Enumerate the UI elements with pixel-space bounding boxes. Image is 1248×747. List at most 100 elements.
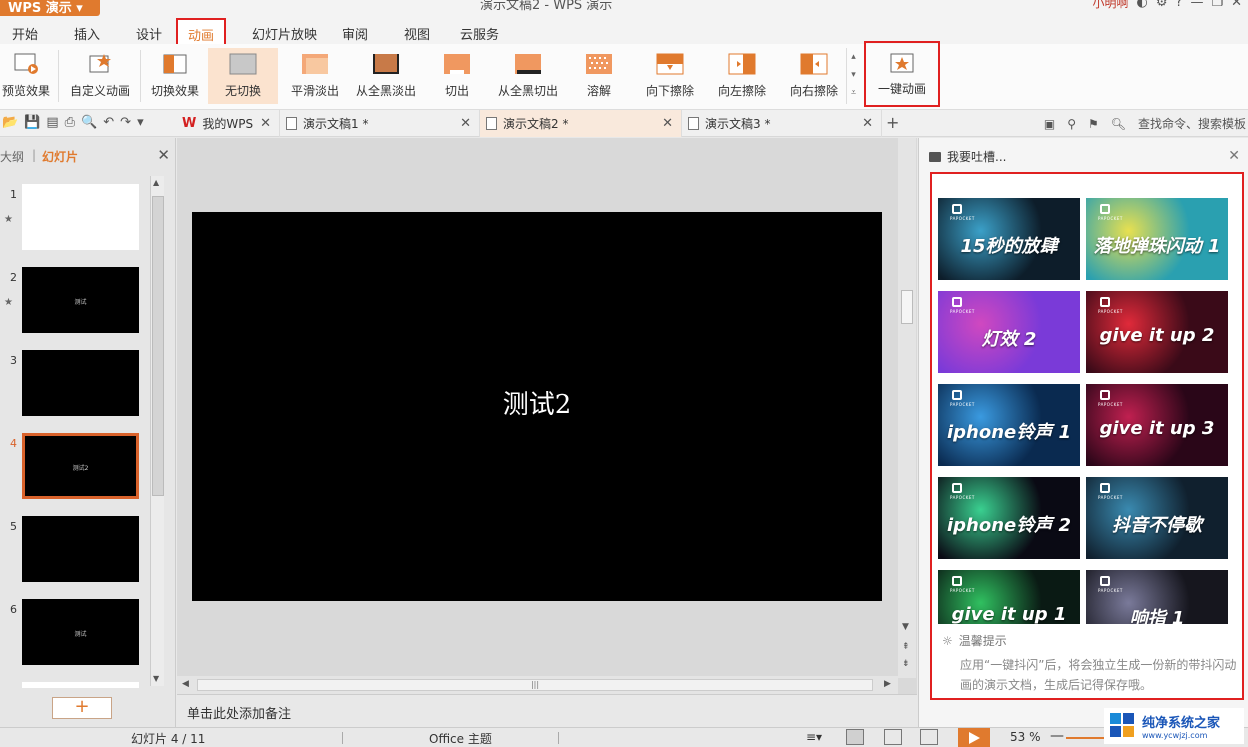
slide-thumbnail-5[interactable] [22, 516, 139, 582]
play-slideshow-button[interactable] [958, 728, 990, 747]
slide-thumbnail-6[interactable]: 测试 [22, 599, 139, 665]
flag-icon[interactable]: ⚑ [1088, 117, 1099, 131]
one-click-animation-button[interactable]: 一键动画 [864, 41, 940, 107]
template-tile[interactable]: PAPOCKET 抖音不停歇 [1086, 477, 1228, 559]
scroll-up-icon[interactable]: ▲ [153, 178, 159, 187]
command-search[interactable]: 查找命令、搜索模板 [1138, 115, 1246, 132]
save-icon[interactable]: 💾 [24, 115, 40, 130]
help-icon[interactable]: ? [1176, 0, 1183, 10]
slide-thumbnail-4[interactable]: 测试2 [22, 433, 139, 499]
template-tile[interactable]: PAPOCKET give it up 3 [1086, 384, 1228, 466]
slide-panel-scrollbar[interactable]: ▲ ▼ [150, 176, 164, 686]
zoom-level[interactable]: 53 % [1010, 730, 1041, 744]
tab-slideshow[interactable]: 幻灯片放映 [252, 24, 317, 43]
close-icon[interactable]: ✕ [1231, 0, 1242, 10]
new-icon[interactable]: ▤ [46, 115, 58, 130]
slide-thumbnail-2[interactable]: 测试 [22, 267, 139, 333]
slide-thumbnail-7[interactable] [22, 682, 139, 688]
template-tile[interactable]: PAPOCKET 落地弹珠闪动 1 [1086, 198, 1228, 280]
dropdown-icon[interactable]: ▾ [137, 115, 144, 130]
template-tile[interactable]: PAPOCKET 15秒的放肆 [938, 198, 1080, 280]
preview-button[interactable]: 预览效果 [0, 48, 52, 104]
transition-wipe-down[interactable]: 向下擦除 [640, 48, 700, 104]
prev-slide-icon[interactable]: ⇞ [902, 642, 910, 652]
template-tile[interactable]: PAPOCKET iphone铃声 1 [938, 384, 1080, 466]
tab-doc2[interactable]: 演示文稿2 * ✕ [480, 110, 682, 137]
close-tab-icon[interactable]: ✕ [260, 116, 271, 131]
tab-view[interactable]: 视图 [404, 24, 430, 43]
transition-dissolve[interactable]: 溶解 [578, 48, 620, 104]
tab-design[interactable]: 设计 [136, 24, 162, 43]
close-tab-icon[interactable]: ✕ [862, 116, 873, 131]
ribbon-gallery-scroll[interactable]: ▴ ▾ ⩡ [846, 48, 860, 104]
scroll-right-icon[interactable]: ▶ [884, 679, 891, 689]
add-slide-button[interactable]: + [52, 697, 112, 719]
scroll-thumb[interactable]: ||| [197, 679, 873, 691]
transition-none[interactable]: 无切换 [208, 48, 278, 104]
scroll-down-icon[interactable]: ▼ [153, 674, 159, 683]
print-icon[interactable]: ⎙ [65, 115, 75, 130]
close-pane-icon[interactable]: ✕ [1228, 148, 1240, 164]
scroll-left-icon[interactable]: ◀ [182, 679, 189, 689]
template-tile[interactable]: PAPOCKET 响指 1 [1086, 570, 1228, 624]
zoom-out-icon[interactable]: — [1050, 728, 1064, 744]
feedback-link[interactable]: 我要吐槽... [929, 148, 1006, 165]
notes-area[interactable]: 单击此处添加备注 [177, 694, 917, 727]
reading-view-icon[interactable] [920, 729, 938, 745]
tab-outline[interactable]: 大纲 [0, 148, 24, 165]
theme-name[interactable]: Office 主题 [429, 730, 492, 747]
screen-icon[interactable]: ▣ [1044, 117, 1055, 131]
vertical-scrollbar[interactable]: ▼ ⇞ ⇟ [898, 138, 916, 678]
zoom-slider[interactable] [1066, 737, 1106, 739]
tab-slides[interactable]: 幻灯片 [42, 148, 78, 165]
notes-toggle-icon[interactable]: ≡▾ [806, 730, 822, 744]
current-slide[interactable]: 测试2 [192, 212, 882, 601]
custom-animation-button[interactable]: 自定义动画 [66, 48, 134, 104]
tab-insert[interactable]: 插入 [74, 24, 100, 43]
next-slide-icon[interactable]: ⇟ [902, 659, 910, 669]
tab-cloud[interactable]: 云服务 [460, 24, 499, 43]
scroll-thumb[interactable] [901, 290, 913, 324]
settings-icon[interactable]: ⚙ [1156, 0, 1168, 10]
transition-wipe-left[interactable]: 向左擦除 [712, 48, 772, 104]
template-tile[interactable]: PAPOCKET iphone铃声 2 [938, 477, 1080, 559]
slide-thumbnail-3[interactable] [22, 350, 139, 416]
app-menu-button[interactable]: WPS 演示 ▾ [0, 0, 100, 16]
close-tab-icon[interactable]: ✕ [460, 116, 471, 131]
open-icon[interactable]: 📂 [2, 115, 18, 130]
minimize-icon[interactable]: — [1190, 0, 1203, 10]
transition-cut-black[interactable]: 从全黑切出 [494, 48, 562, 104]
pin-icon[interactable]: ⚲ [1067, 117, 1076, 131]
tab-start[interactable]: 开始 [12, 24, 38, 43]
slide-sorter-icon[interactable] [884, 729, 902, 745]
transition-fade-black[interactable]: 从全黑淡出 [352, 48, 420, 104]
skin-icon[interactable]: ◐ [1137, 0, 1148, 10]
tab-review[interactable]: 审阅 [342, 24, 368, 43]
tab-doc3[interactable]: 演示文稿3 * ✕ [682, 110, 882, 137]
tab-animation[interactable]: 动画 [176, 18, 227, 46]
horizontal-scrollbar[interactable]: ◀ ||| ▶ [177, 676, 898, 694]
restore-icon[interactable]: ❐ [1211, 0, 1223, 10]
template-tile[interactable]: PAPOCKET give it up 2 [1086, 291, 1228, 373]
transition-wipe-right[interactable]: 向右擦除 [784, 48, 844, 104]
transition-smooth-fade[interactable]: 平滑淡出 [284, 48, 346, 104]
slide-thumbnail-1[interactable] [22, 184, 139, 250]
user-name[interactable]: 小明啊 [1093, 0, 1129, 11]
scroll-thumb[interactable] [152, 196, 164, 496]
scroll-down-icon[interactable]: ▼ [902, 622, 909, 632]
undo-icon[interactable]: ↶ [103, 115, 114, 130]
new-tab-icon[interactable]: + [886, 113, 899, 132]
transition-cut[interactable]: 切出 [432, 48, 482, 104]
close-tab-icon[interactable]: ✕ [662, 116, 673, 131]
normal-view-icon[interactable] [846, 729, 864, 745]
close-panel-icon[interactable]: ✕ [157, 146, 170, 164]
slide-text-box[interactable]: 测试2 [192, 384, 882, 421]
print-preview-icon[interactable]: 🔍 [81, 115, 97, 130]
tab-my-wps[interactable]: W 我的WPS ✕ [176, 110, 280, 137]
redo-icon[interactable]: ↷ [120, 115, 131, 130]
tab-doc1[interactable]: 演示文稿1 * ✕ [280, 110, 480, 137]
template-tile[interactable]: PAPOCKET 灯效 2 [938, 291, 1080, 373]
switch-effect-button[interactable]: 切换效果 [146, 48, 204, 104]
template-tile[interactable]: PAPOCKET give it up 1 [938, 570, 1080, 624]
search-icon[interactable]: 🔍︎ [1111, 117, 1126, 131]
